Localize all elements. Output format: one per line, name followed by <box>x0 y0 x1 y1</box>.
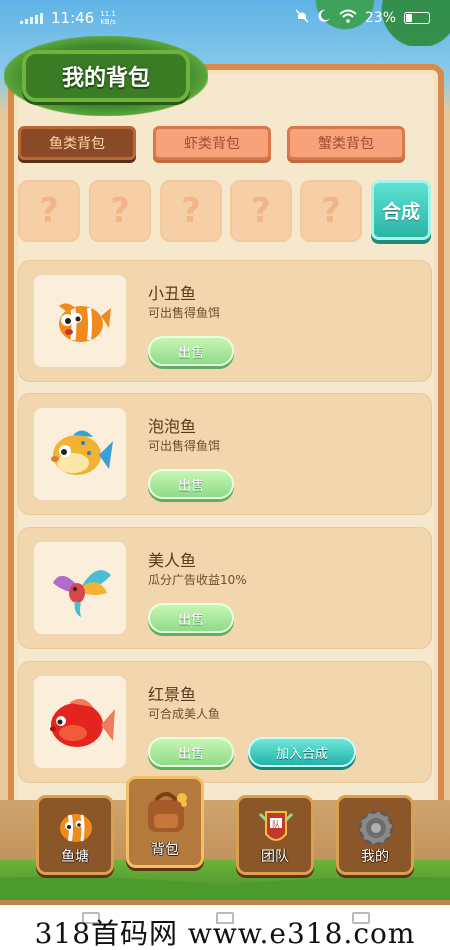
nav-label: 团队 <box>261 849 289 865</box>
gear-icon <box>348 804 404 852</box>
tab-fish[interactable]: 鱼类背包 <box>18 126 136 160</box>
question-mark-icon: ? <box>251 191 271 231</box>
svg-text:队: 队 <box>272 819 280 829</box>
fish-desc: 可合成美人鱼 <box>148 707 221 721</box>
watermark-text: 318首码网 www.e318.com <box>34 917 416 950</box>
status-time: 11:46 <box>51 9 95 27</box>
team-icon: 队 <box>248 804 304 852</box>
moon-icon <box>317 9 331 27</box>
synthesis-slot[interactable]: ? <box>18 180 80 242</box>
fishpond-icon <box>48 804 104 852</box>
nav-mine[interactable]: 我的 <box>336 795 414 875</box>
sell-button[interactable]: 出售 <box>148 469 234 499</box>
sell-button[interactable]: 出售 <box>148 336 234 366</box>
synthesize-button[interactable]: 合成 <box>371 180 431 240</box>
tab-crab[interactable]: 蟹类背包 <box>287 126 405 160</box>
mermaid-fish-icon <box>32 540 128 636</box>
list-item: 小丑鱼 可出售得鱼饵 出售 <box>18 260 432 382</box>
add-to-synthesis-button[interactable]: 加入合成 <box>248 737 356 767</box>
fish-desc: 可出售得鱼饵 <box>148 439 221 453</box>
nav-team[interactable]: 队 团队 <box>236 795 314 875</box>
question-mark-icon: ? <box>39 191 59 231</box>
nav-backpack[interactable]: 背包 <box>126 776 204 868</box>
network-speed: 11.1 KB/s <box>100 10 116 26</box>
battery-icon <box>404 12 430 24</box>
fish-name: 美人鱼 <box>148 551 197 570</box>
tab-shrimp[interactable]: 虾类背包 <box>153 126 271 160</box>
nav-fishpond[interactable]: 鱼塘 <box>36 795 114 875</box>
list-item: 美人鱼 瓜分广告收益10% 出售 <box>18 527 432 649</box>
sell-button[interactable]: 出售 <box>148 737 234 767</box>
sell-button[interactable]: 出售 <box>148 603 234 633</box>
clownfish-icon <box>32 273 128 369</box>
question-mark-icon: ? <box>110 191 130 231</box>
wifi-icon <box>339 9 357 27</box>
synthesis-slot[interactable]: ? <box>230 180 292 242</box>
list-item: 红景鱼 可合成美人鱼 出售 加入合成 <box>18 661 432 783</box>
synthesis-slot[interactable]: ? <box>160 180 222 242</box>
fish-desc: 可出售得鱼饵 <box>148 306 221 320</box>
signal-icon <box>20 12 43 24</box>
status-bar: 11:46 11.1 KB/s 23% <box>0 0 450 36</box>
battery-percent: 23% <box>364 10 396 26</box>
fish-name: 小丑鱼 <box>148 284 197 303</box>
synthesis-slot[interactable]: ? <box>89 180 151 242</box>
page-title: 我的背包 <box>61 66 150 91</box>
synthesis-slot[interactable]: ? <box>300 180 362 242</box>
nav-label: 背包 <box>151 842 179 858</box>
question-mark-icon: ? <box>321 191 341 231</box>
pufferfish-icon <box>32 406 128 502</box>
fish-name: 泡泡鱼 <box>148 417 197 436</box>
nav-label: 鱼塘 <box>61 849 89 865</box>
backpack-icon <box>138 789 194 837</box>
nav-label: 我的 <box>361 849 389 865</box>
fish-desc: 瓜分广告收益10% <box>148 573 247 587</box>
list-item: 泡泡鱼 可出售得鱼饵 出售 <box>18 393 432 515</box>
question-mark-icon: ? <box>181 191 201 231</box>
red-fish-icon <box>32 674 128 770</box>
mute-icon <box>295 9 309 27</box>
fish-name: 红景鱼 <box>148 685 197 704</box>
